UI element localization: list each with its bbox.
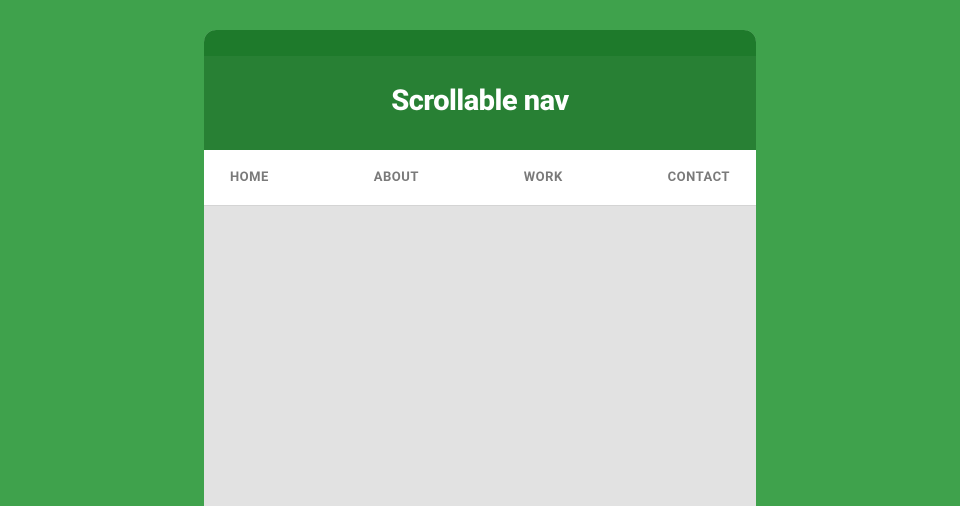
nav-item-contact[interactable]: CONTACT <box>668 170 730 185</box>
page-title: Scrollable nav <box>204 84 756 118</box>
header-top-bar <box>204 30 756 56</box>
content-area <box>204 206 756 506</box>
main-nav: HOME ABOUT WORK CONTACT <box>204 150 756 206</box>
nav-item-home[interactable]: HOME <box>230 170 269 185</box>
header: Scrollable nav <box>204 56 756 150</box>
app-container: Scrollable nav HOME ABOUT WORK CONTACT <box>204 30 756 506</box>
nav-item-work[interactable]: WORK <box>524 170 563 185</box>
nav-item-about[interactable]: ABOUT <box>374 170 419 185</box>
